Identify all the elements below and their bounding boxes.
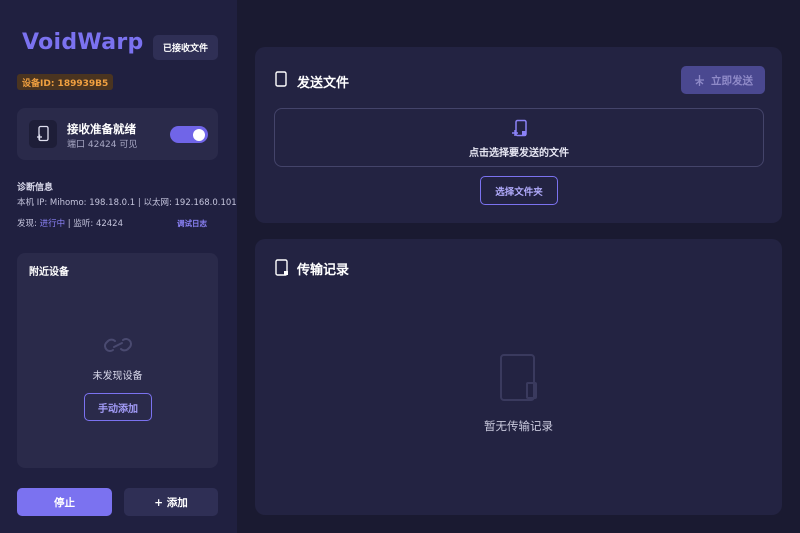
transfer-history-card: 传输记录 暂无传输记录	[255, 239, 782, 515]
transfer-history-title: 传输记录	[297, 263, 350, 278]
send-files-title: 发送文件	[297, 76, 350, 91]
file-add-icon	[510, 119, 530, 143]
diagnostics-status-line: 发现: 进行中 | 监听: 42424	[17, 217, 123, 229]
send-now-label: 立即发送	[711, 74, 753, 87]
receive-status-subtitle: 端口 42424 可见	[67, 140, 138, 150]
manual-add-button[interactable]: 手动添加	[84, 393, 152, 421]
receive-status-title: 接收准备就绪	[67, 122, 136, 136]
no-device-text: 未发现设备	[92, 371, 143, 382]
nearby-devices-card: 附近设备 未发现设备 手动添加	[17, 253, 218, 468]
empty-history-text: 暂无传输记录	[484, 419, 553, 433]
nearby-devices-title: 附近设备	[29, 267, 69, 278]
file-receive-icon	[29, 120, 57, 148]
sidebar: VoidWarp 已接收文件 设备ID: 189939B5 接收准备就绪 端口 …	[0, 0, 242, 533]
received-files-button[interactable]: 已接收文件	[153, 35, 218, 60]
app-logo: VoidWarp	[22, 30, 144, 55]
stop-button[interactable]: 停止	[17, 488, 112, 516]
file-icon	[275, 71, 287, 91]
send-now-button[interactable]: 立即发送	[681, 66, 765, 94]
listen-label: | 监听:	[67, 219, 94, 229]
add-button[interactable]: + 添加	[124, 488, 218, 516]
main-area: 发送文件 立即发送 点击选择要发送的文件 选择文件夹 传输记录 暂无传输记录	[237, 0, 800, 533]
diagnostics-title: 诊断信息	[17, 183, 54, 193]
link-icon	[102, 332, 134, 358]
drop-zone-text: 点击选择要发送的文件	[469, 148, 569, 159]
device-id-badge: 设备ID: 189939B5	[17, 74, 114, 90]
listen-value: 42424	[95, 219, 123, 229]
file-drop-zone[interactable]: 点击选择要发送的文件	[274, 108, 764, 167]
diagnostics-ip-line: 本机 IP: Mihomo: 198.18.0.1 | 以太网: 192.168…	[17, 198, 243, 208]
choose-folder-button[interactable]: 选择文件夹	[480, 176, 558, 205]
send-files-card: 发送文件 立即发送 点击选择要发送的文件 选择文件夹	[255, 47, 782, 223]
discovery-value: 进行中	[39, 219, 66, 229]
toggle-knob	[193, 128, 205, 141]
receive-toggle[interactable]	[170, 126, 208, 143]
file-empty-icon	[499, 353, 539, 407]
discovery-label: 发现:	[17, 219, 37, 229]
debug-log-link[interactable]: 调试日志	[177, 218, 207, 229]
plane-icon	[695, 74, 704, 86]
file-icon	[275, 259, 289, 280]
receive-status-card: 接收准备就绪 端口 42424 可见	[17, 108, 218, 160]
